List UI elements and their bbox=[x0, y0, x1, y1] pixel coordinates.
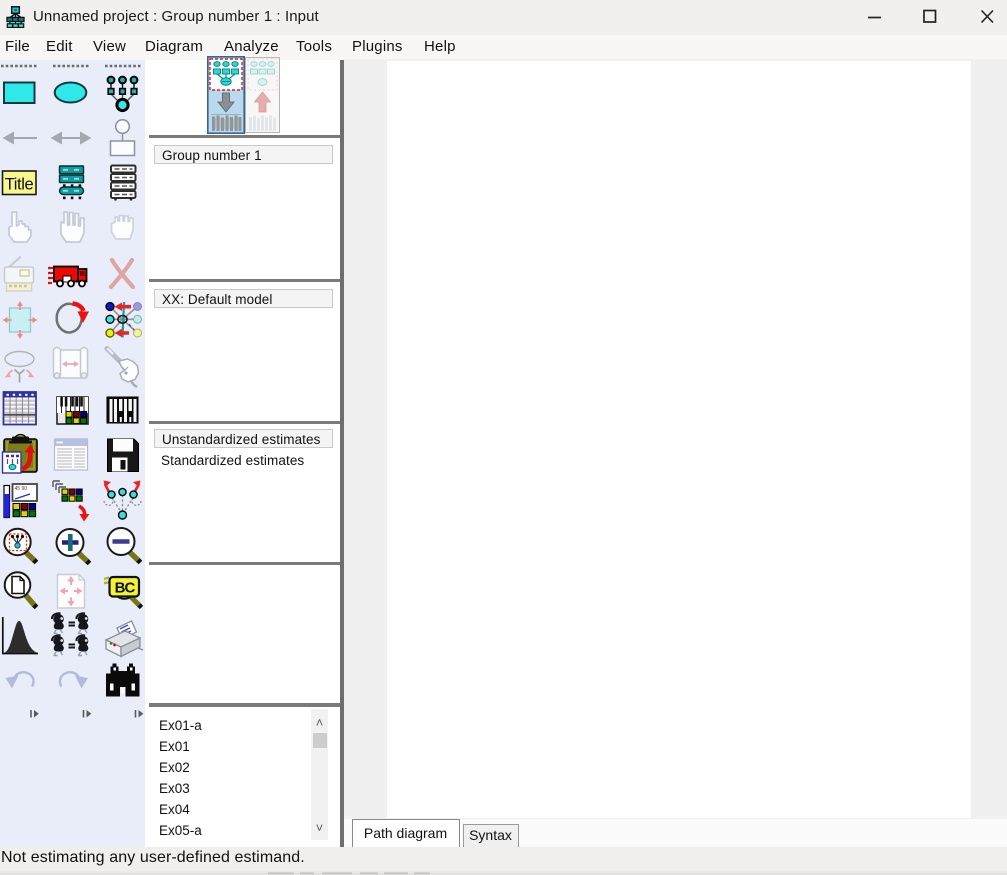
svg-text:45 90: 45 90 bbox=[15, 486, 28, 492]
svg-text:Title: Title bbox=[5, 176, 34, 194]
svg-text:BC: BC bbox=[115, 580, 136, 597]
